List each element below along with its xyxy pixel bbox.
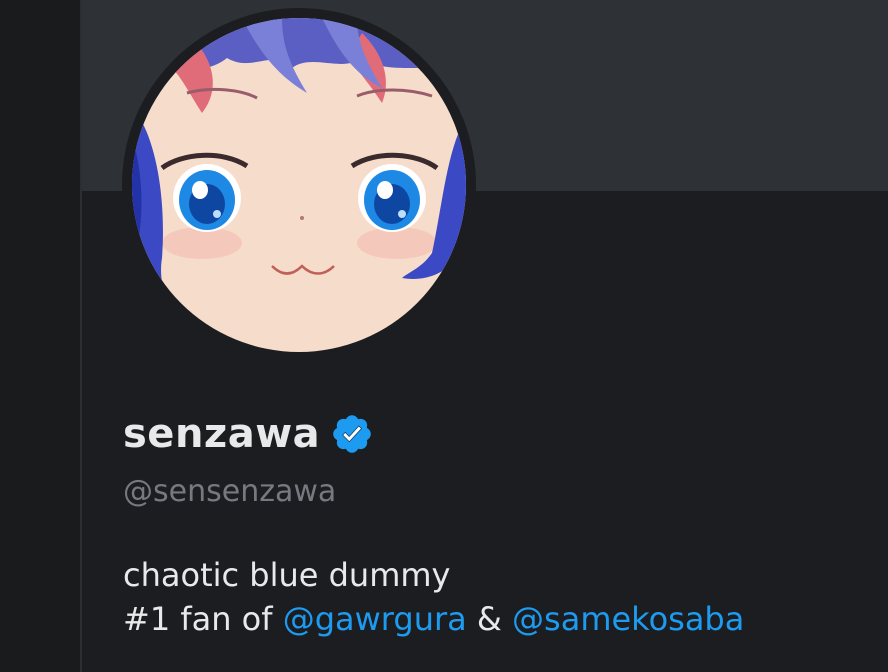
left-gutter <box>0 0 80 672</box>
profile-bio: chaotic blue dummy #1 fan of @gawrgura &… <box>123 553 744 641</box>
verified-badge-icon[interactable] <box>330 412 374 456</box>
bio-separator: & <box>466 600 513 638</box>
mention-gawrgura-link[interactable]: @gawrgura <box>283 600 467 638</box>
display-name-row: senzawa <box>123 406 374 462</box>
profile-page: senzawa @sensenzawa chaotic blue dummy #… <box>0 0 888 672</box>
bio-line-1: chaotic blue dummy <box>123 556 451 594</box>
profile-handle: @sensenzawa <box>123 474 337 509</box>
mention-samekosaba-link[interactable]: @samekosaba <box>512 600 744 638</box>
bio-line-2: #1 fan of @gawrgura & @samekosaba <box>123 597 744 641</box>
bio-line-2-prefix: #1 fan of <box>123 600 283 638</box>
display-name: senzawa <box>123 411 321 457</box>
profile-avatar[interactable] <box>132 18 466 352</box>
anime-face-avatar-icon <box>132 18 466 352</box>
